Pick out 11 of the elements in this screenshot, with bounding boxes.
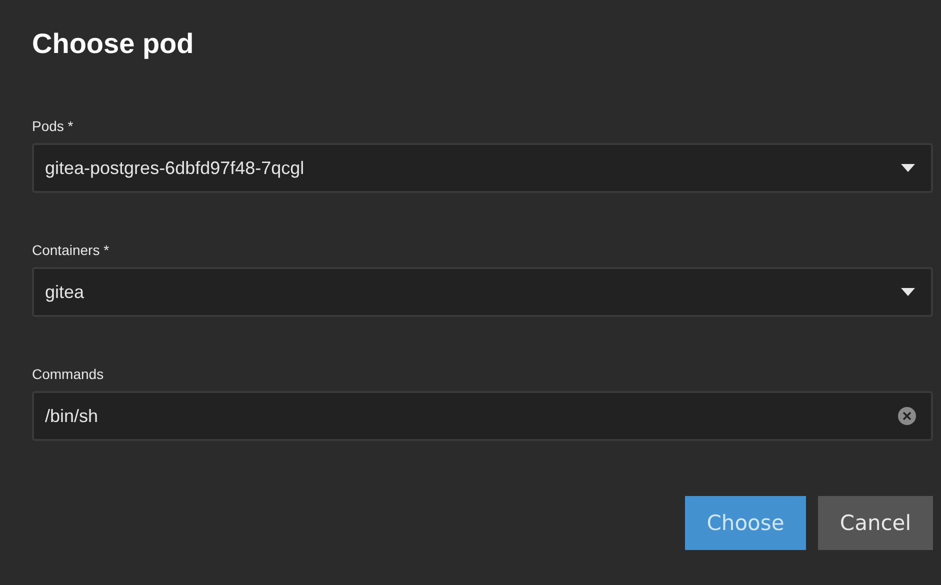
caret-icon	[901, 288, 915, 296]
dialog-title: Choose pod	[32, 27, 194, 61]
input-field[interactable]: /bin/sh	[32, 391, 933, 441]
field-label: Commands	[32, 366, 104, 382]
clear-icon[interactable]	[898, 407, 916, 425]
field-label: Containers *	[32, 242, 110, 258]
select-field[interactable]: gitea	[32, 267, 933, 317]
caret-icon	[901, 164, 915, 172]
field-label: Pods *	[32, 118, 74, 134]
select-field[interactable]: gitea-postgres-6dbfd97f48-7qcgl	[32, 143, 933, 193]
dialog-button[interactable]: Cancel	[818, 496, 933, 550]
